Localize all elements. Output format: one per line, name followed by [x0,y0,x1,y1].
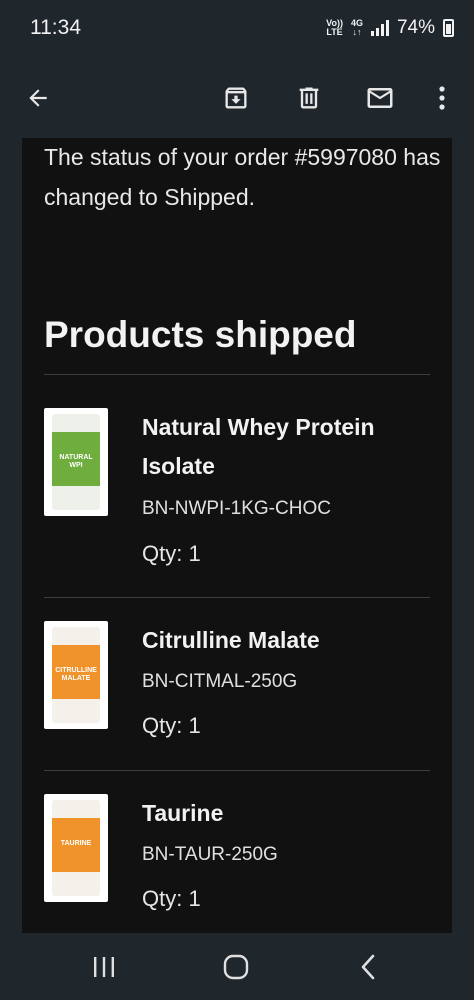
divider [44,597,430,598]
recent-apps-icon[interactable] [84,949,124,985]
email-body: The status of your order #5997080 has ch… [22,138,452,933]
product-image[interactable]: CITRULLINE MALATE [44,621,108,729]
product-qty: Qty: 1 [142,886,201,911]
product-name: Natural Whey Protein Isolate [142,414,375,479]
status-icons: Vo)) LTE 4G ↓↑ 74% [326,17,454,39]
back-icon[interactable] [348,949,388,985]
back-arrow-icon[interactable] [16,76,60,120]
status-time: 11:34 [30,16,81,39]
order-status-message: The status of your order #5997080 has ch… [44,144,441,210]
product-image[interactable]: TAURINE [44,794,108,902]
section-title: Products shipped [44,314,357,355]
battery-icon [443,19,454,37]
delete-icon[interactable] [287,76,331,120]
product-sku: BN-NWPI-1KG-CHOC [142,498,331,519]
product-qty: Qty: 1 [142,541,201,566]
product-qty: Qty: 1 [142,713,201,738]
product-name: Taurine [142,800,224,826]
home-icon[interactable] [216,949,256,985]
signal-icon [370,20,389,36]
product-sku: BN-TAUR-250G [142,844,278,865]
product-sku: BN-CITMAL-250G [142,671,298,692]
product-name: Citrulline Malate [142,627,320,653]
product-image[interactable]: NATURAL WPI [44,408,108,516]
mark-unread-icon[interactable] [358,76,402,120]
archive-icon[interactable] [214,76,258,120]
volte-icon: Vo)) LTE [326,18,343,37]
divider [44,374,430,375]
status-bar: 11:34 Vo)) LTE 4G ↓↑ 74% [0,0,474,58]
divider [44,770,430,771]
battery-percent: 74% [396,17,435,38]
more-options-icon[interactable] [420,76,464,120]
email-toolbar [0,58,474,138]
system-nav-bar [0,933,474,1000]
4g-icon: 4G ↓↑ [350,18,363,37]
